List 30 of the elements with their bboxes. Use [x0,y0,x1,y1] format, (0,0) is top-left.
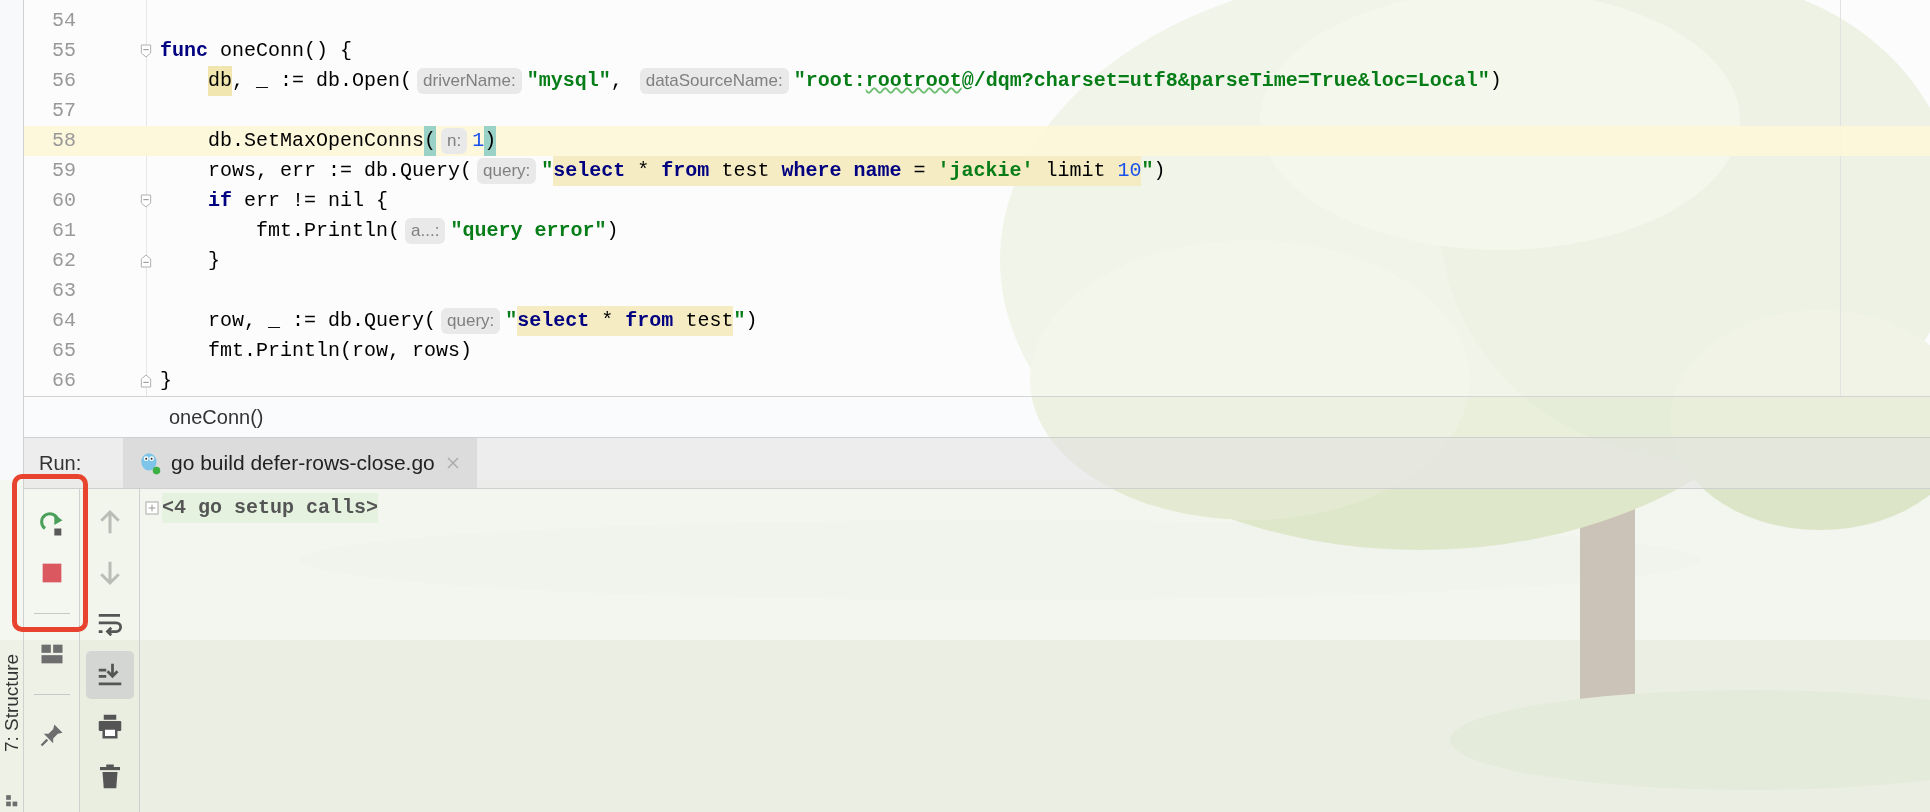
code-line: if err != nil { [207,188,389,214]
panel-label: Run: [38,451,83,476]
code-line: rows, err := db.Query( query: "select * from test where name = 'jackie' limit 10") [160,156,1166,186]
line-number: 55 [51,38,76,64]
line-number: 63 [51,278,76,304]
line-number: 62 [51,248,76,274]
code-line: } [160,368,172,394]
line-number: 66 [51,368,76,394]
console-output: <4 go setup calls> [162,493,379,523]
line-number: 64 [51,308,76,334]
line-number: 59 [51,158,76,184]
line-number: 61 [51,218,76,244]
code-line: func oneConn() { [160,38,353,64]
line-number: 57 [51,98,76,124]
tool-window-tab[interactable]: 7: Structure [0,628,23,778]
code-line: db.SetMaxOpenConns( n: 1) [160,126,497,156]
scroll-to-end-button[interactable] [85,651,134,699]
line-number: 56 [51,68,76,94]
code-line: db, _ := db.Open( driverName: "mysql", dataSourceName: "root:rootroot@/dqm?charset=utf8&parseTime=True&loc=Local") [160,66,1502,96]
structure-icon[interactable] [4,794,19,808]
line-number: 60 [51,188,76,214]
run-tab[interactable]: go build defer-rows-close.go [123,438,477,488]
code-line: fmt.Println(row, rows) [207,338,473,364]
code-line: row, _ := db.Query( query: "select * from test") [160,306,758,336]
line-number: 65 [51,338,76,364]
code-line: } [207,248,221,274]
code-line: fmt.Println( a...: "query error") [255,217,619,246]
breadcrumb[interactable]: oneConn() [169,402,264,432]
line-number: 58 [51,128,76,154]
line-number: 54 [51,8,76,34]
